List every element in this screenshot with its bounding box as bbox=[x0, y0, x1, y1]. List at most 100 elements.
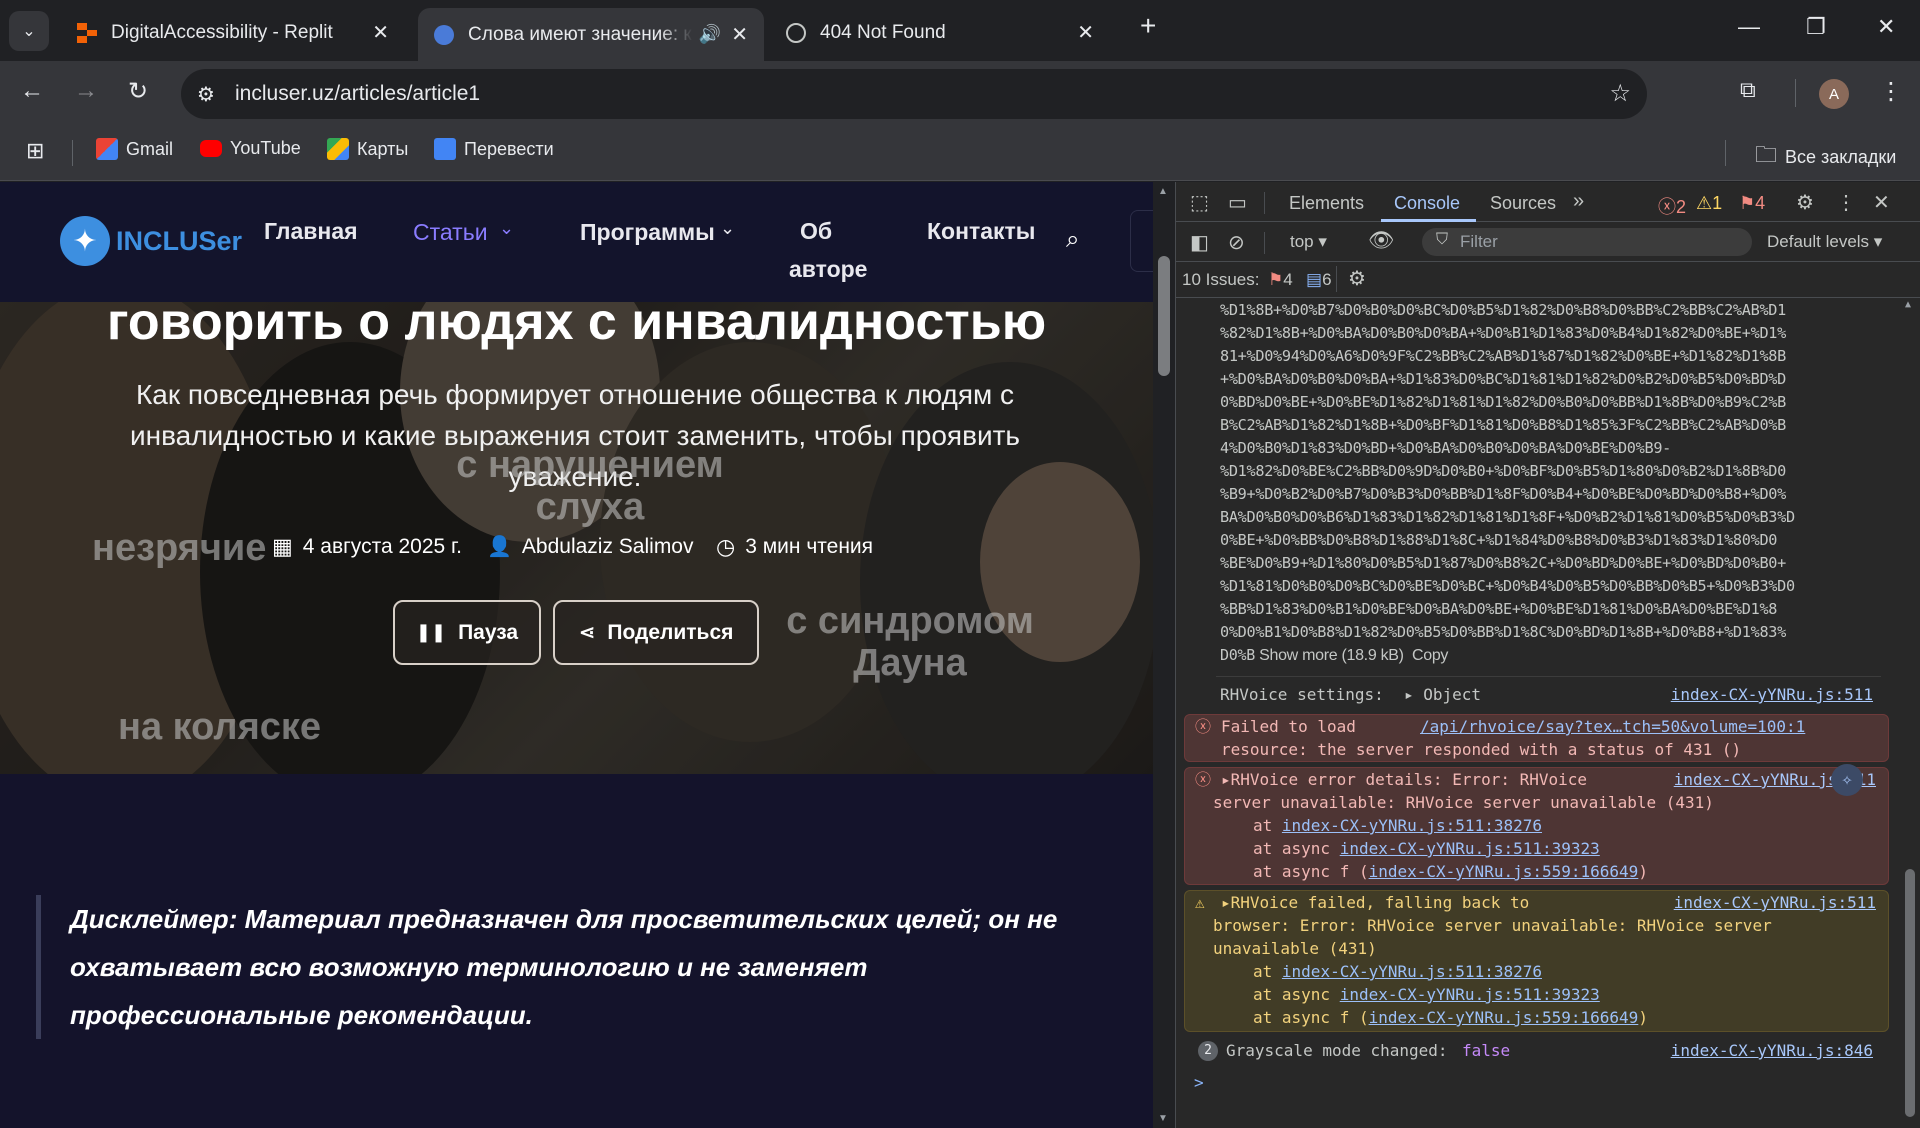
back-icon[interactable]: ← bbox=[20, 77, 44, 105]
minimize-icon[interactable]: — bbox=[1738, 14, 1760, 40]
nav-home[interactable]: Главная bbox=[264, 218, 358, 245]
error-count-badge[interactable]: ⓧ2 bbox=[1658, 193, 1686, 219]
warning-count-badge[interactable]: ⚠1 bbox=[1696, 193, 1722, 214]
log-levels-dropdown[interactable]: Default levels ▾ bbox=[1767, 232, 1882, 252]
tab-title: DigitalAccessibility - Replit bbox=[111, 21, 333, 43]
menu-icon[interactable]: ⋮ bbox=[1879, 77, 1903, 106]
stack-line: at async index-CX-yYNRu.js:511:39323 bbox=[1253, 985, 1600, 1004]
object-expander[interactable]: ▸ Object bbox=[1404, 683, 1481, 706]
restore-icon[interactable]: ❐ bbox=[1806, 14, 1826, 40]
error-text: Failed to load bbox=[1221, 717, 1356, 736]
close-icon[interactable]: ✕ bbox=[1077, 20, 1094, 45]
speaker-icon[interactable]: 🔊 bbox=[699, 24, 721, 45]
issue-icon: ⚑ bbox=[1739, 193, 1756, 213]
context-selector[interactable]: top ▾ bbox=[1290, 232, 1327, 252]
clock-icon: ◷ bbox=[716, 534, 736, 559]
sidebar-toggle-icon[interactable]: ◧ bbox=[1190, 230, 1209, 255]
error-icon: ⓧ bbox=[1658, 197, 1676, 217]
stack-link[interactable]: index-CX-yYNRu.js:511:39323 bbox=[1340, 985, 1600, 1004]
replit-icon bbox=[77, 22, 97, 43]
address-bar[interactable]: ⚙ incluser.uz/articles/article1 ☆ bbox=[181, 69, 1647, 119]
star-icon[interactable]: ☆ bbox=[1609, 79, 1631, 108]
bookmark-gmail[interactable]: Gmail bbox=[96, 138, 173, 160]
share-button[interactable]: ⋖ Поделиться bbox=[553, 600, 759, 665]
accessibility-logo-icon[interactable]: ✦ bbox=[60, 216, 110, 266]
tab-search-button[interactable]: ⌄ bbox=[9, 11, 49, 51]
nav-about-line2[interactable]: авторе bbox=[789, 256, 867, 283]
site-favicon-icon bbox=[434, 24, 454, 45]
folder-icon: 🗀 bbox=[1755, 142, 1778, 167]
console-prompt[interactable]: > bbox=[1176, 1071, 1893, 1097]
header-control[interactable] bbox=[1130, 210, 1153, 272]
show-more-link[interactable]: Show more (18.9 kB) bbox=[1259, 647, 1404, 664]
stack-line: at index-CX-yYNRu.js:511:38276 bbox=[1253, 816, 1542, 835]
kebab-menu-icon[interactable]: ⋮ bbox=[1836, 190, 1856, 215]
issue-count-badge[interactable]: ⚑4 bbox=[1739, 193, 1765, 214]
bookmark-youtube[interactable]: YouTube bbox=[200, 138, 301, 159]
site-info-icon[interactable]: ⚙ bbox=[197, 82, 215, 107]
pause-icon: ❚❚ bbox=[415, 622, 447, 642]
stack-link[interactable]: index-CX-yYNRu.js:559:166649 bbox=[1369, 1008, 1639, 1027]
all-bookmarks-label: Все закладки bbox=[1785, 146, 1897, 167]
tab-404[interactable]: 404 Not Found ✕ bbox=[770, 8, 1110, 57]
close-window-icon[interactable]: ✕ bbox=[1877, 14, 1895, 40]
console-log-grayscale: 2 Grayscale mode changed: false index-CX… bbox=[1176, 1039, 1893, 1065]
filter-input[interactable]: ⛉ Filter bbox=[1422, 228, 1752, 256]
apps-icon[interactable]: ⊞ bbox=[26, 138, 44, 164]
page-scrollbar[interactable]: ▲ ▼ bbox=[1153, 182, 1175, 1128]
log-text: Grayscale mode changed: bbox=[1226, 1041, 1448, 1060]
device-toolbar-icon[interactable]: ▭ bbox=[1228, 190, 1247, 215]
bookmark-maps[interactable]: Карты bbox=[327, 138, 408, 160]
settings-gear-icon[interactable]: ⚙ bbox=[1796, 190, 1814, 215]
close-icon[interactable]: ✕ bbox=[372, 20, 389, 45]
more-tabs-icon[interactable]: » bbox=[1573, 190, 1584, 213]
bookmark-translate[interactable]: Перевести bbox=[434, 138, 554, 160]
gmail-icon bbox=[96, 138, 118, 160]
clear-console-icon[interactable]: ⊘ bbox=[1228, 230, 1245, 255]
resource-link[interactable]: /api/rhvoice/say?tex…tch=50&volume=100:1 bbox=[1420, 715, 1805, 738]
tab-replit[interactable]: DigitalAccessibility - Replit ✕ bbox=[61, 8, 405, 57]
nav-contacts[interactable]: Контакты bbox=[927, 218, 1035, 245]
stack-link[interactable]: index-CX-yYNRu.js:511:38276 bbox=[1282, 816, 1542, 835]
issue-error-icon: ⚑ bbox=[1268, 270, 1284, 289]
profile-avatar[interactable]: A bbox=[1819, 79, 1849, 109]
scrollbar-thumb[interactable] bbox=[1905, 869, 1915, 1117]
nav-about-line1[interactable]: Об bbox=[800, 218, 832, 245]
all-bookmarks-button[interactable]: 🗀 Все закладки bbox=[1755, 138, 1896, 176]
copy-link[interactable]: Copy bbox=[1412, 647, 1448, 664]
search-icon[interactable]: ⌕ bbox=[1066, 226, 1079, 254]
issues-settings-icon[interactable]: ⚙ bbox=[1348, 266, 1366, 291]
tab-elements[interactable]: Elements bbox=[1289, 193, 1364, 214]
warning-text[interactable]: ▸RHVoice failed, falling back to bbox=[1221, 891, 1529, 914]
source-link[interactable]: index-CX-yYNRu.js:511 bbox=[1671, 683, 1873, 706]
ai-assist-icon[interactable]: ✧ bbox=[1831, 764, 1863, 796]
inspect-icon[interactable]: ⬚ bbox=[1190, 190, 1209, 215]
site-logo[interactable]: INCLUSer bbox=[116, 226, 242, 257]
forward-icon[interactable]: → bbox=[74, 77, 98, 105]
eye-icon[interactable]: 👁 bbox=[1368, 229, 1395, 253]
error-text[interactable]: ▸RHVoice error details: Error: RHVoice bbox=[1221, 768, 1587, 791]
pause-button[interactable]: ❚❚ Пауза bbox=[393, 600, 541, 665]
new-tab-button[interactable]: + bbox=[1140, 10, 1156, 42]
date-text: 4 августа 2025 г. bbox=[302, 535, 462, 558]
chevron-down-icon: ⌄ bbox=[22, 23, 36, 40]
tab-sources[interactable]: Sources bbox=[1490, 193, 1556, 214]
nav-programs[interactable]: Программы bbox=[580, 219, 715, 246]
issues-errors-badge[interactable]: ⚑4 bbox=[1268, 270, 1293, 290]
console-scrollbar[interactable]: ▲ bbox=[1900, 299, 1920, 1128]
issues-info-badge[interactable]: ▤6 bbox=[1306, 270, 1332, 290]
reload-icon[interactable]: ↻ bbox=[128, 77, 148, 106]
source-link[interactable]: index-CX-yYNRu.js:511 bbox=[1674, 891, 1876, 914]
scrollbar-thumb[interactable] bbox=[1158, 256, 1170, 376]
tab-console[interactable]: Console bbox=[1394, 193, 1460, 214]
stack-link[interactable]: index-CX-yYNRu.js:511:38276 bbox=[1282, 962, 1542, 981]
close-icon[interactable]: ✕ bbox=[731, 22, 748, 47]
stack-link[interactable]: index-CX-yYNRu.js:559:166649 bbox=[1369, 862, 1639, 881]
stack-link[interactable]: index-CX-yYNRu.js:511:39323 bbox=[1340, 839, 1600, 858]
url-text[interactable]: incluser.uz/articles/article1 bbox=[235, 82, 480, 106]
extensions-icon[interactable]: ⧉ bbox=[1740, 77, 1756, 103]
nav-articles[interactable]: Статьи bbox=[413, 219, 488, 246]
close-devtools-icon[interactable]: ✕ bbox=[1873, 190, 1890, 215]
tab-article[interactable]: Слова имеют значение: ка 🔊 ✕ bbox=[418, 8, 764, 61]
source-link[interactable]: index-CX-yYNRu.js:846 bbox=[1671, 1039, 1873, 1062]
